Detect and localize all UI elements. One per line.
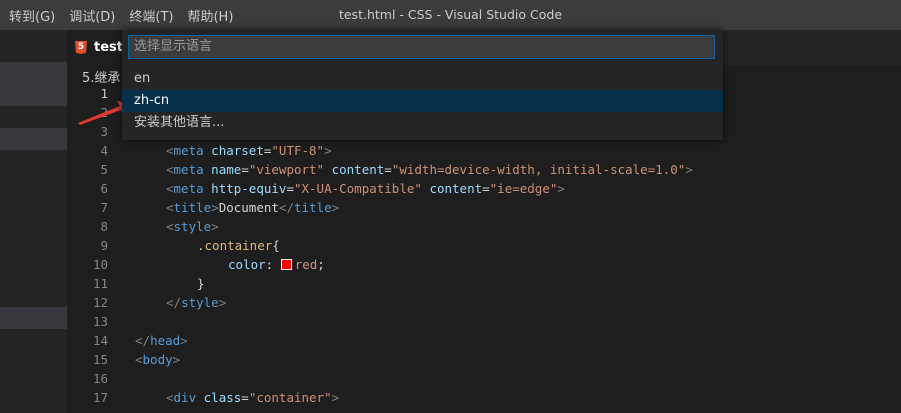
line-number: 6: [100, 181, 108, 196]
language-search-input[interactable]: 选择显示语言: [128, 35, 715, 59]
sidebar: [0, 30, 67, 413]
code-text: </style>: [166, 295, 227, 310]
sidebar-row[interactable]: [0, 128, 67, 150]
line-number: 9: [100, 238, 108, 253]
line-number: 10: [92, 257, 108, 272]
language-list: en zh-cn 安装其他语言...: [122, 68, 723, 134]
sidebar-row[interactable]: [0, 307, 67, 329]
code-text: <meta charset="UTF-8">: [166, 143, 332, 158]
line-number: 11: [92, 276, 108, 291]
language-picker: 选择显示语言 en zh-cn 安装其他语言...: [122, 30, 723, 140]
code-text: <body>: [135, 352, 181, 367]
line-number: 4: [100, 143, 108, 158]
title-bar: 转到(G) 调试(D) 终端(T) 帮助(H) test.html - CSS …: [0, 0, 901, 30]
menu-help[interactable]: 帮助(H): [187, 6, 233, 25]
html5-icon: 5: [75, 41, 87, 54]
code-text: <div class="container">: [166, 390, 340, 405]
line-number: 16: [92, 371, 108, 386]
line-number: 13: [92, 314, 108, 329]
menu-debug[interactable]: 调试(D): [69, 6, 115, 25]
language-option-zh-cn[interactable]: zh-cn: [122, 90, 723, 112]
line-number: 5: [100, 162, 108, 177]
line-number: 14: [92, 333, 108, 348]
line-number: 8: [100, 219, 108, 234]
language-option-en[interactable]: en: [122, 68, 723, 90]
line-number: 17: [92, 390, 108, 405]
color-swatch[interactable]: [280, 259, 292, 270]
install-more-languages-option[interactable]: 安装其他语言...: [122, 112, 723, 134]
code-text: <style>: [166, 219, 219, 234]
code-text: <meta http-equiv="X-UA-Compatible" conte…: [166, 181, 565, 196]
line-number: 7: [100, 200, 108, 215]
code-text: <meta name="viewport" content="width=dev…: [166, 162, 693, 177]
code-text: <title>Document</title>: [166, 200, 340, 215]
code-text: </head>: [135, 333, 188, 348]
line-number: 15: [92, 352, 108, 367]
menu-terminal[interactable]: 终端(T): [129, 6, 173, 25]
menu-goto[interactable]: 转到(G): [9, 6, 55, 25]
code-text: .container{: [197, 238, 280, 253]
line-number: 12: [92, 295, 108, 310]
tab-test-html[interactable]: 5 test.: [67, 30, 129, 65]
sidebar-selected-row[interactable]: [0, 62, 67, 106]
code-text: color: red;: [228, 257, 325, 272]
code-text: }: [197, 276, 205, 291]
